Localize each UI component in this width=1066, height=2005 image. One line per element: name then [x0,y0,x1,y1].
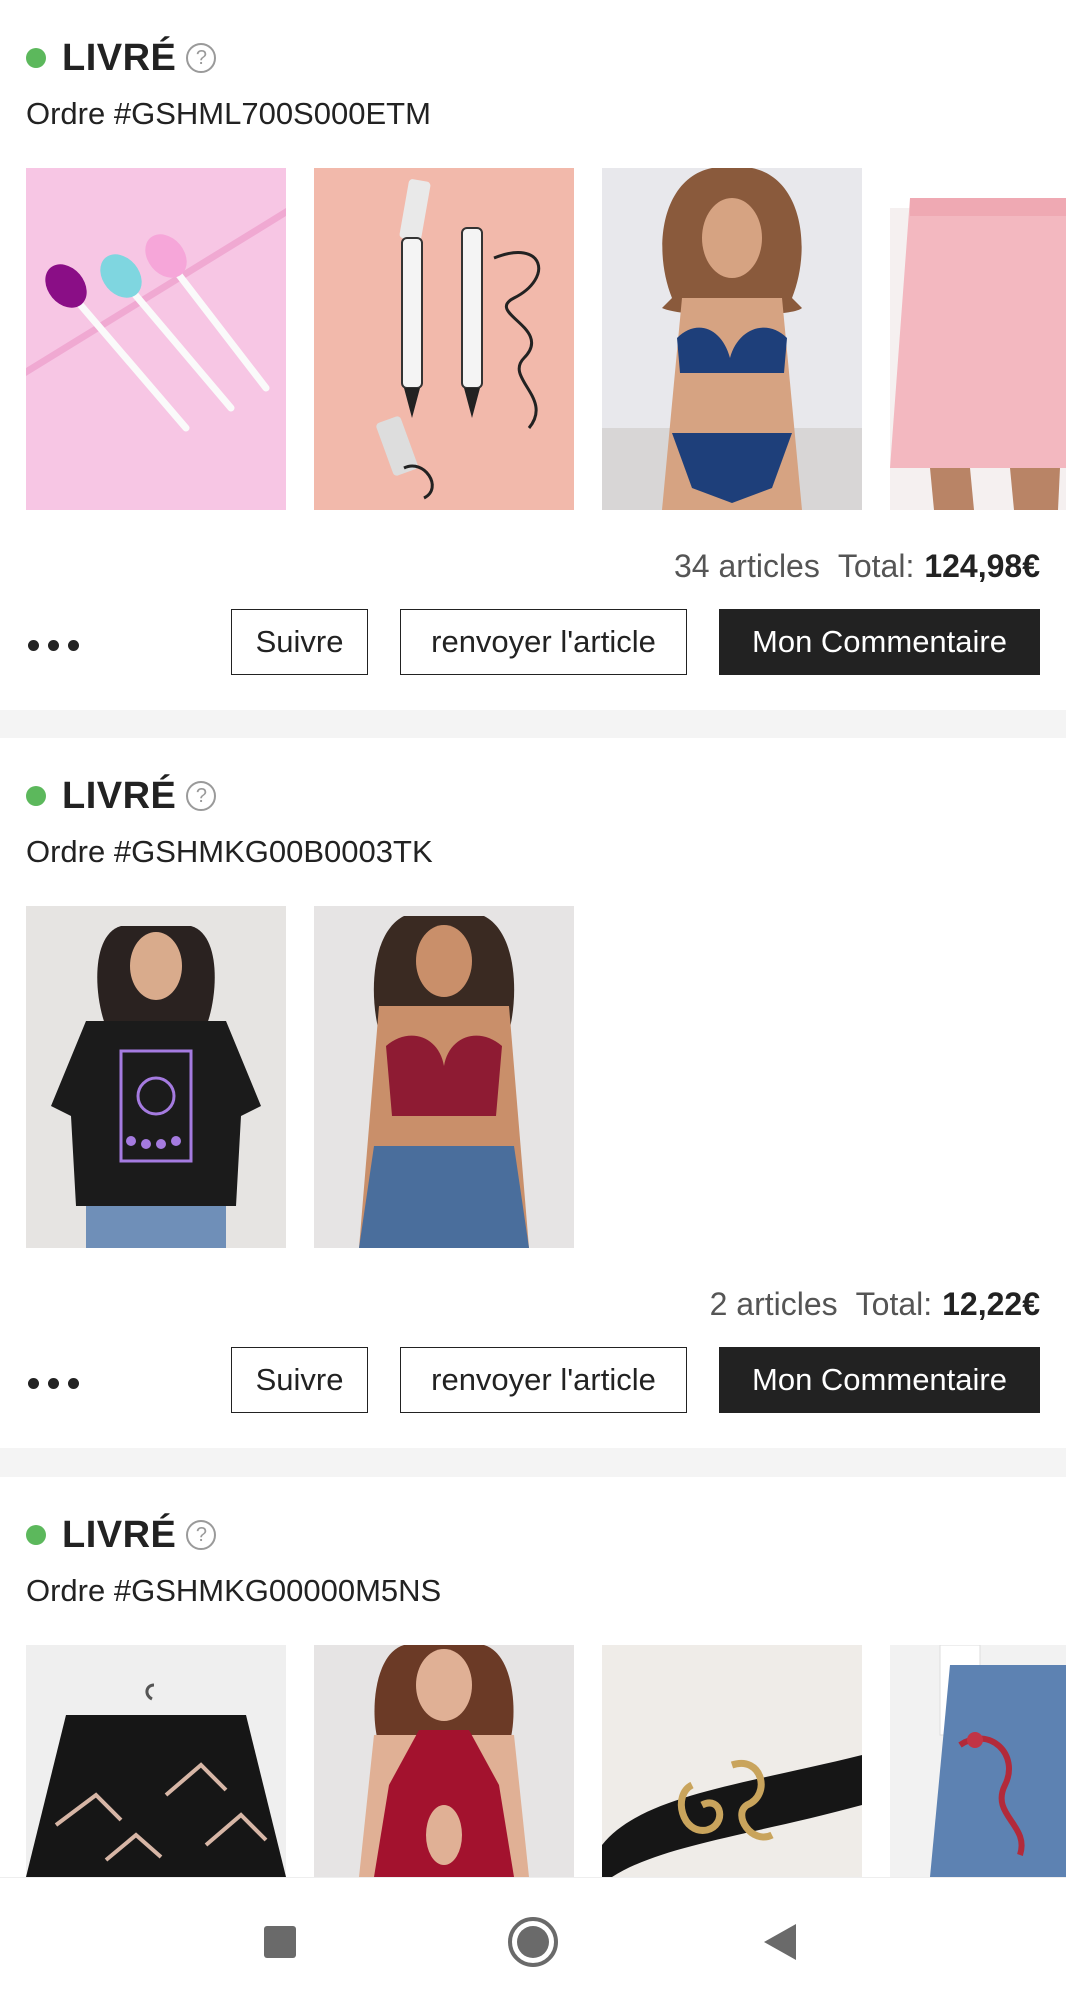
product-image[interactable] [26,906,286,1248]
status-row: LIVRÉ ? [26,1513,217,1556]
more-horizontal-icon[interactable] [28,620,79,670]
my-review-button[interactable]: Mon Commentaire [719,1347,1040,1413]
home-circle-icon[interactable] [473,1878,593,2005]
order-number[interactable]: Ordre #GSHMKG00000M5NS [26,1573,441,1609]
status-label: LIVRÉ [62,36,177,79]
order-summary: 2 articles Total: 12,22€ [710,1286,1040,1323]
help-icon[interactable]: ? [186,43,217,73]
total-label: Total: [837,548,915,584]
product-image[interactable] [314,906,574,1248]
product-image[interactable] [890,168,1066,510]
item-count: 2 articles [709,1286,838,1322]
order-card: LIVRÉ ? Ordre #GSHMKG00000M5NS [0,1477,1066,1877]
order-card: LIVRÉ ? Ordre #GSHML700S000ETM 34 articl… [0,0,1066,710]
square-icon[interactable] [220,1878,340,2005]
system-navigation-bar [0,1877,1066,2005]
status-dot [26,1525,46,1545]
more-horizontal-icon[interactable] [28,1358,79,1408]
total-value: 124,98€ [924,548,1040,584]
product-image[interactable] [602,1645,862,1877]
return-item-button[interactable]: renvoyer l'article [400,1347,687,1413]
follow-button[interactable]: Suivre [231,609,368,675]
product-image[interactable] [314,1645,574,1877]
my-review-button[interactable]: Mon Commentaire [719,609,1040,675]
status-dot [26,48,46,68]
product-thumbnails[interactable] [26,1645,1066,1877]
product-image[interactable] [602,168,862,510]
product-image[interactable] [26,168,286,510]
total-label: Total: [855,1286,933,1322]
back-triangle-icon[interactable] [720,1878,840,2005]
status-dot [26,786,46,806]
return-item-button[interactable]: renvoyer l'article [400,609,687,675]
total-value: 12,22€ [942,1286,1040,1322]
order-number[interactable]: Ordre #GSHMKG00B0003TK [26,834,433,870]
item-count: 34 articles [674,548,820,584]
order-card: LIVRÉ ? Ordre #GSHMKG00B0003TK 2 article… [0,738,1066,1448]
follow-button[interactable]: Suivre [231,1347,368,1413]
product-image[interactable] [26,1645,286,1877]
product-image[interactable] [314,168,574,510]
status-label: LIVRÉ [62,1513,177,1556]
order-summary: 34 articles Total: 124,98€ [674,548,1040,585]
status-label: LIVRÉ [62,774,177,817]
help-icon[interactable]: ? [186,781,217,811]
order-number[interactable]: Ordre #GSHML700S000ETM [26,96,431,132]
help-icon[interactable]: ? [186,1520,217,1550]
product-thumbnails[interactable] [26,906,1066,1248]
status-row: LIVRÉ ? [26,774,217,817]
product-image[interactable] [890,1645,1066,1877]
product-thumbnails[interactable] [26,168,1066,510]
status-row: LIVRÉ ? [26,36,217,79]
